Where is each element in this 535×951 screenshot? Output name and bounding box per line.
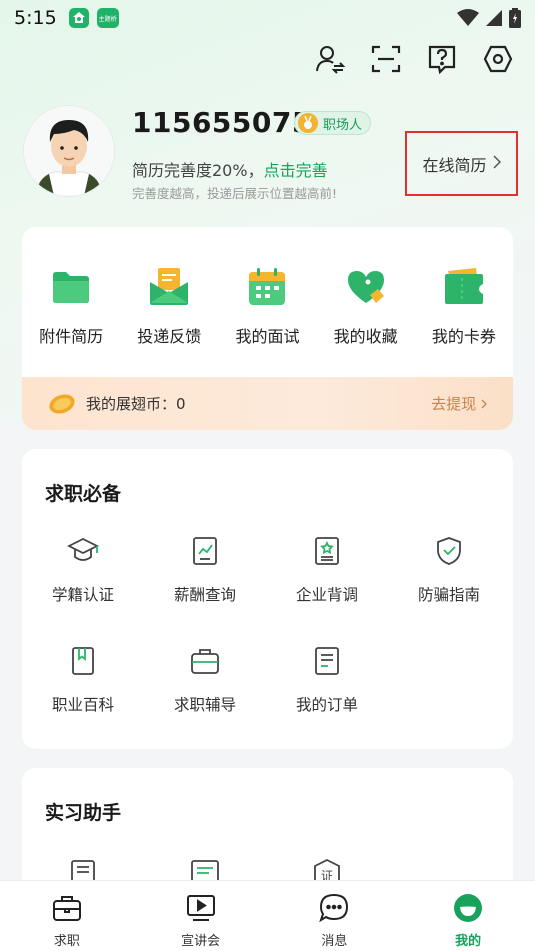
quick-actions-card: 附件简历 投递反馈 我的面试 我的收藏 我的卡券	[22, 227, 513, 377]
essential-salary-query[interactable]: 薪酬查询	[144, 535, 266, 605]
salary-chart-icon	[193, 537, 217, 565]
withdraw-label: 去提现	[431, 395, 477, 413]
medal-icon	[298, 113, 318, 133]
quick-action-label: 我的面试	[235, 327, 300, 346]
coin-balance: 我的展翅币：0	[86, 395, 186, 413]
graduation-cap-icon	[67, 537, 99, 561]
app-notification-icon	[68, 8, 89, 28]
heart-icon	[347, 271, 384, 303]
quick-action-label: 附件简历	[39, 327, 104, 346]
help-icon[interactable]	[427, 44, 457, 74]
quick-action-my-favorites[interactable]: 我的收藏	[318, 265, 414, 347]
briefcase-nav-icon	[52, 896, 81, 921]
book-icon	[72, 647, 94, 675]
role-badge-label: 职场人	[323, 117, 363, 133]
nav-tab-mine[interactable]: 我的	[401, 881, 535, 951]
status-bar: 5:15 主题桥	[0, 0, 535, 36]
essential-company-check[interactable]: 企业背调	[266, 535, 388, 605]
essential-career-encyclopedia[interactable]: 职业百科	[22, 645, 144, 715]
essential-label: 防骗指南	[417, 586, 480, 604]
envelope-icon	[150, 268, 189, 305]
resume-completion[interactable]: 简历完善度20%，点击完善	[132, 157, 328, 181]
role-badge: 职场人	[294, 111, 372, 135]
shield-check-icon	[437, 537, 461, 565]
user-id: 115655075	[132, 106, 312, 139]
essential-my-orders[interactable]: 我的订单	[266, 645, 388, 715]
quick-action-label: 投递反馈	[137, 327, 202, 346]
essential-label: 学籍认证	[51, 586, 114, 604]
profile-nav-icon	[454, 894, 483, 922]
nav-label: 宣讲会	[181, 934, 221, 949]
chat-icon	[319, 893, 349, 923]
quick-action-my-coupons[interactable]: 我的卡券	[416, 265, 512, 347]
wifi-icon	[457, 9, 479, 26]
status-right	[457, 8, 521, 28]
online-resume-label: 在线简历	[422, 155, 487, 175]
coin-bar[interactable]: 我的展翅币：0 去提现	[22, 377, 513, 430]
chevron-right-icon	[481, 399, 487, 409]
essential-anti-fraud-guide[interactable]: 防骗指南	[388, 535, 510, 605]
switch-role-icon[interactable]	[315, 44, 345, 74]
status-time: 5:15	[14, 7, 57, 29]
nav-label: 消息	[321, 934, 348, 949]
nav-tab-jobs[interactable]: 求职	[0, 881, 134, 951]
quick-action-label: 我的卡券	[431, 327, 496, 346]
section-title: 求职必备	[45, 483, 122, 505]
quick-actions-grid: 附件简历 投递反馈 我的面试 我的收藏 我的卡券	[22, 227, 513, 347]
calendar-icon	[249, 268, 286, 305]
withdraw-link[interactable]: 去提现	[431, 393, 487, 414]
completion-label: 简历完善度20%，	[132, 161, 264, 180]
section-title: 实习助手	[45, 802, 122, 824]
bottom-nav: 求职 宣讲会 消息 我的	[0, 880, 535, 951]
essential-job-coaching[interactable]: 求职辅导	[144, 645, 266, 715]
nav-tab-seminar[interactable]: 宣讲会	[134, 881, 268, 951]
essentials-grid: 学籍认证 薪酬查询 企业背调 防骗指南 职业百科 求职辅导 我的订单	[22, 535, 513, 715]
essential-label: 我的订单	[295, 696, 358, 714]
coin-icon	[49, 393, 75, 414]
quick-action-my-interview[interactable]: 我的面试	[219, 265, 315, 347]
scan-icon[interactable]	[371, 44, 401, 74]
nav-label: 我的	[455, 934, 482, 949]
quick-action-delivery-feedback[interactable]: 投递反馈	[121, 265, 217, 347]
briefcase-icon	[191, 649, 219, 674]
completion-hint: 完善度越高，投递后展示位置越高前!	[132, 186, 338, 201]
complete-now-link[interactable]: 点击完善	[264, 161, 328, 180]
essential-label: 企业背调	[295, 586, 358, 604]
essential-label: 职业百科	[51, 696, 114, 714]
play-screen-icon	[186, 895, 215, 921]
essential-student-verification[interactable]: 学籍认证	[22, 535, 144, 605]
quick-action-attachment-resume[interactable]: 附件简历	[23, 265, 119, 347]
quick-action-label: 我的收藏	[333, 327, 398, 346]
essential-label: 求职辅导	[173, 696, 236, 714]
online-resume-button[interactable]: 在线简历	[405, 131, 518, 196]
signal-icon	[486, 10, 502, 26]
battery-icon	[509, 8, 521, 28]
folder-icon	[53, 272, 90, 303]
app-badge-icon: 主题桥	[96, 8, 119, 28]
chevron-right-icon	[492, 154, 501, 173]
avatar[interactable]	[24, 106, 114, 196]
header-actions	[315, 44, 513, 74]
nav-tab-messages[interactable]: 消息	[268, 881, 402, 951]
job-essentials-card: 求职必备 学籍认证 薪酬查询 企业背调 防骗指南 职业百科 求职辅导 我的订单	[22, 449, 513, 749]
settings-icon[interactable]	[483, 44, 513, 74]
nav-label: 求职	[53, 934, 80, 949]
company-check-icon	[315, 537, 339, 565]
order-icon	[315, 647, 339, 675]
ticket-icon	[444, 268, 483, 304]
essential-label: 薪酬查询	[173, 586, 236, 604]
